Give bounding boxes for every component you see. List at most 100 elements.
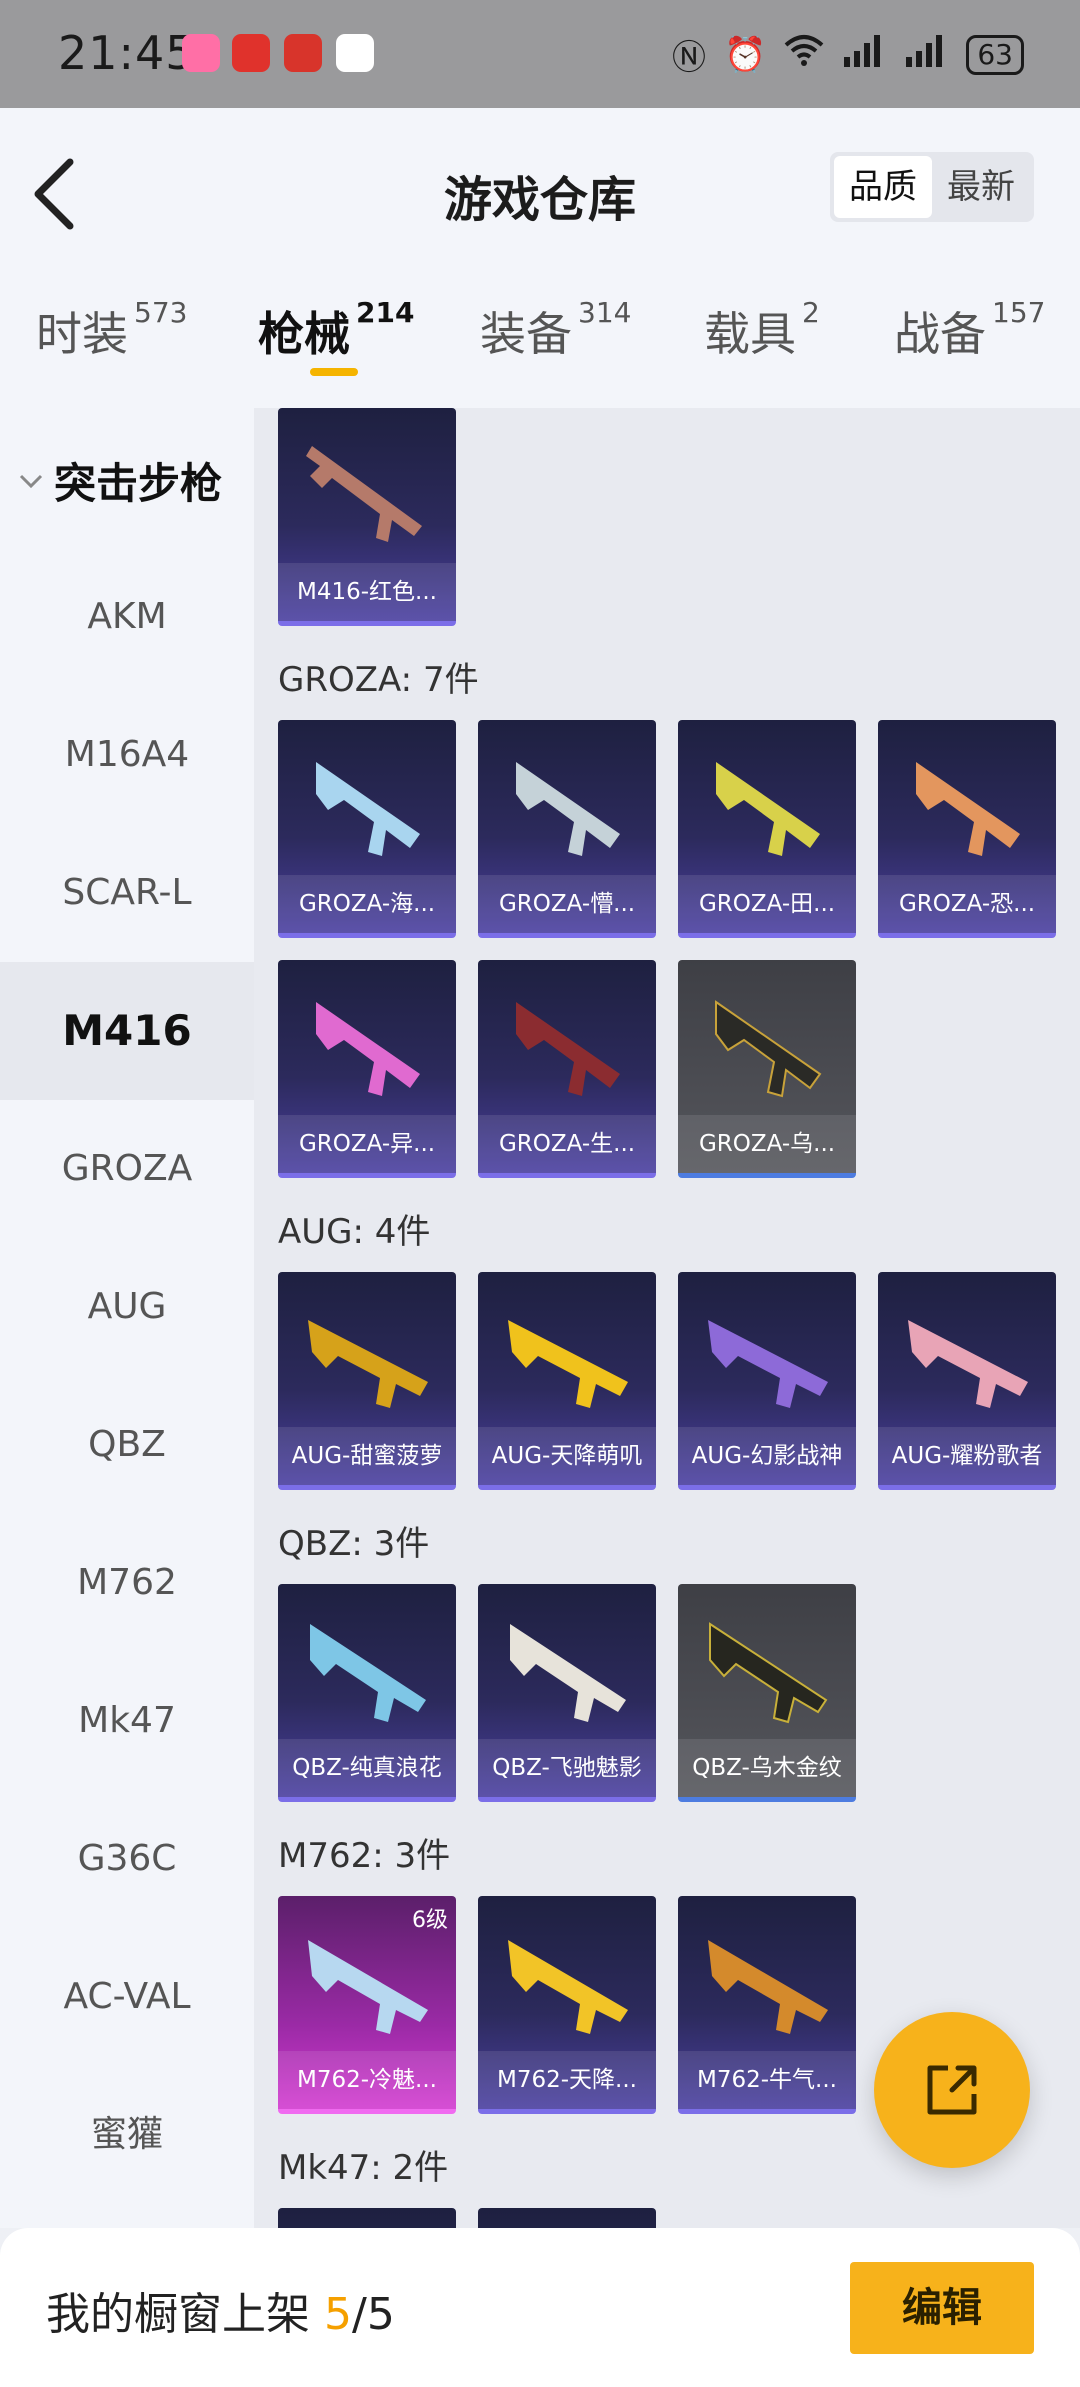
sort-toggle: 品质 最新	[830, 152, 1034, 222]
rifle-icon	[916, 762, 1020, 856]
rifle-icon	[316, 1002, 420, 1096]
weapon-card[interactable]: M762-牛气...	[678, 1896, 856, 2114]
app-icon-2	[232, 34, 270, 72]
sidebar-item-aug[interactable]: AUG	[0, 1238, 254, 1376]
section-title-m762: M762: 3件	[278, 1836, 451, 1876]
weapon-card[interactable]: GROZA-生...	[478, 960, 656, 1178]
weapon-name: QBZ-乌木金纹	[678, 1739, 856, 1797]
wifi-icon	[784, 33, 824, 76]
tab-active-indicator	[310, 368, 358, 376]
weapon-card[interactable]	[278, 2208, 456, 2228]
weapon-grid: M416-红色... GROZA: 7件 GROZA-海... GROZA-懵.…	[254, 408, 1080, 2228]
weapon-sidebar: 突击步枪 AKM M16A4 SCAR-L M416 GROZA AUG QBZ…	[0, 408, 254, 2228]
tab-count: 214	[356, 296, 415, 329]
tab-label: 载具	[704, 307, 796, 361]
tab-fashion[interactable]: 时装 573	[36, 296, 187, 364]
weapon-card[interactable]: GROZA-海...	[278, 720, 456, 938]
sort-quality-button[interactable]: 品质	[834, 156, 932, 218]
weapon-name: M762-牛气...	[678, 2051, 856, 2109]
battery-icon: 63	[966, 34, 1024, 75]
rifle-icon	[306, 446, 422, 542]
weapon-name: AUG-耀粉歌者	[878, 1427, 1056, 1485]
weapon-name: AUG-天降萌叽	[478, 1427, 656, 1485]
weapon-name: GROZA-乌...	[678, 1115, 856, 1173]
weapon-card[interactable]: GROZA-异...	[278, 960, 456, 1178]
weapon-name: GROZA-海...	[278, 875, 456, 933]
weapon-name: GROZA-懵...	[478, 875, 656, 933]
sidebar-item-g36c[interactable]: G36C	[0, 1790, 254, 1928]
tab-equipment[interactable]: 装备 314	[480, 296, 631, 364]
sidebar-item-honey-badger[interactable]: 蜜獾	[0, 2066, 254, 2204]
signal-icon-2	[904, 33, 948, 76]
weapon-name: QBZ-纯真浪花	[278, 1739, 456, 1797]
sidebar-item-m762[interactable]: M762	[0, 1514, 254, 1652]
sidebar-item-m16a4[interactable]: M16A4	[0, 686, 254, 824]
weapon-name: M762-冷魅...	[278, 2051, 456, 2109]
weapon-name: AUG-幻影战神	[678, 1427, 856, 1485]
edit-button[interactable]: 编辑	[850, 2262, 1034, 2354]
weapon-name: M416-红色...	[278, 563, 456, 621]
weapon-name: GROZA-田...	[678, 875, 856, 933]
sidebar-item-ac-val[interactable]: AC-VAL	[0, 1928, 254, 2066]
tab-label: 装备	[480, 307, 572, 361]
weapon-card[interactable]: QBZ-纯真浪花	[278, 1584, 456, 1802]
category-tabs: 时装 573 枪械 214 装备 314 载具 2 战备 157	[0, 296, 1080, 398]
app-icon-3	[284, 34, 322, 72]
weapon-card[interactable]: M416-红色...	[278, 408, 456, 626]
weapon-card[interactable]: 6级 M762-冷魅...	[278, 1896, 456, 2114]
sidebar-item-mk47[interactable]: Mk47	[0, 1652, 254, 1790]
tab-label: 时装	[36, 307, 128, 361]
sidebar-item-qbz[interactable]: QBZ	[0, 1376, 254, 1514]
sort-newest-button[interactable]: 最新	[932, 156, 1030, 218]
weapon-card[interactable]: QBZ-飞驰魅影	[478, 1584, 656, 1802]
share-fab-button[interactable]	[874, 2012, 1030, 2168]
sidebar-group-assault-rifles[interactable]: 突击步枪	[18, 450, 222, 511]
rifle-icon	[510, 1624, 626, 1722]
tab-supplies[interactable]: 战备 157	[894, 296, 1045, 364]
tab-label: 枪械	[258, 307, 350, 361]
showcase-bar: 我的橱窗上架 5/5 编辑	[0, 2228, 1080, 2387]
rifle-icon	[316, 762, 420, 856]
section-title-groza: GROZA: 7件	[278, 660, 479, 700]
weapon-card[interactable]: AUG-天降萌叽	[478, 1272, 656, 1490]
sidebar-group-label: 突击步枪	[54, 459, 223, 508]
rifle-icon	[308, 1320, 428, 1408]
weapon-card[interactable]: GROZA-乌...	[678, 960, 856, 1178]
sidebar-item-m416[interactable]: M416	[0, 962, 254, 1100]
rifle-icon	[715, 1000, 822, 1098]
weapon-card[interactable]: QBZ-乌木金纹	[678, 1584, 856, 1802]
rifle-icon	[516, 762, 620, 856]
sidebar-item-groza[interactable]: GROZA	[0, 1100, 254, 1238]
weapon-name: GROZA-生...	[478, 1115, 656, 1173]
weapon-card[interactable]: GROZA-田...	[678, 720, 856, 938]
weapon-name: AUG-甜蜜菠萝	[278, 1427, 456, 1485]
weapon-name: M762-天降...	[478, 2051, 656, 2109]
weapon-card[interactable]: AUG-耀粉歌者	[878, 1272, 1056, 1490]
rifle-icon	[508, 1940, 628, 2034]
tab-label: 战备	[894, 307, 986, 361]
weapon-card[interactable]: GROZA-恐...	[878, 720, 1056, 938]
showcase-total: /5	[352, 2289, 395, 2340]
app-icon-4	[336, 34, 374, 72]
weapon-card[interactable]: AUG-幻影战神	[678, 1272, 856, 1490]
sidebar-item-akm[interactable]: AKM	[0, 548, 254, 686]
weapon-card[interactable]	[478, 2208, 656, 2228]
rifle-icon	[708, 1320, 828, 1408]
tab-vehicles[interactable]: 载具 2	[704, 296, 820, 364]
weapon-card[interactable]: M762-天降...	[478, 1896, 656, 2114]
showcase-label: 我的橱窗上架 5/5	[46, 2278, 395, 2342]
rifle-icon	[709, 1622, 828, 1724]
header: 游戏仓库 品质 最新 时装 573 枪械 214 装备 314 载具 2 战备 157	[0, 108, 1080, 408]
showcase-text: 我的橱窗上架	[46, 2289, 310, 2340]
share-icon	[927, 2065, 977, 2115]
rifle-icon	[908, 1320, 1028, 1408]
tab-weapons[interactable]: 枪械 214	[258, 296, 415, 364]
status-bar: 21:45 Ⓝ ⏰ 63	[0, 0, 1080, 108]
rifle-icon	[310, 1624, 426, 1722]
section-title-qbz: QBZ: 3件	[278, 1524, 430, 1564]
weapon-card[interactable]: AUG-甜蜜菠萝	[278, 1272, 456, 1490]
signal-icon	[842, 33, 886, 76]
weapon-card[interactable]: GROZA-懵...	[478, 720, 656, 938]
weapon-level-badge: 6级	[412, 1908, 448, 1933]
sidebar-item-scar-l[interactable]: SCAR-L	[0, 824, 254, 962]
